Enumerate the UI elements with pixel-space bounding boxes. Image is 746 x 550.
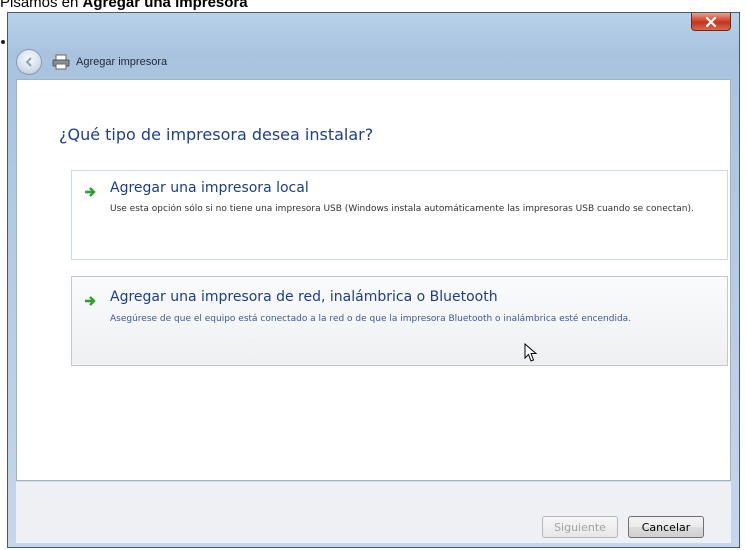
page-heading: ¿Qué tipo de impresora desea instalar? [59,125,374,144]
caption-prefix: Pisamos en [0,0,83,11]
close-button[interactable] [691,13,731,31]
back-button[interactable] [16,49,42,75]
option-network-description: Asegúrese de que el equipo está conectad… [110,314,632,324]
option-local-description: Use esta opción sólo si no tiene una imp… [110,204,694,214]
cancel-button[interactable]: Cancelar [628,516,704,538]
dialog-footer: Siguiente Cancelar [16,481,731,543]
caption-bold: Agregar una impresora [82,0,248,11]
option-local-title: Agregar una impresora local [110,180,309,196]
navigation-bar: Agregar impresora [16,47,731,77]
printer-icon [52,54,70,70]
green-arrow-icon [85,187,96,197]
green-arrow-icon [85,296,96,306]
main-content: ¿Qué tipo de impresora desea instalar? A… [16,79,731,481]
window-title: Agregar impresora [76,56,168,68]
bullet-marker [1,40,5,44]
option-network-title: Agregar una impresora de red, inalámbric… [110,289,498,305]
add-printer-window: Agregar impresora ¿Qué tipo de impresora… [7,12,740,548]
back-arrow-icon [25,57,32,67]
next-button[interactable]: Siguiente [542,516,618,538]
close-icon [705,16,717,27]
mouse-cursor-icon [524,343,538,362]
option-local-printer[interactable]: Agregar una impresora local Use esta opc… [71,170,728,260]
option-network-printer[interactable]: Agregar una impresora de red, inalámbric… [71,276,728,366]
